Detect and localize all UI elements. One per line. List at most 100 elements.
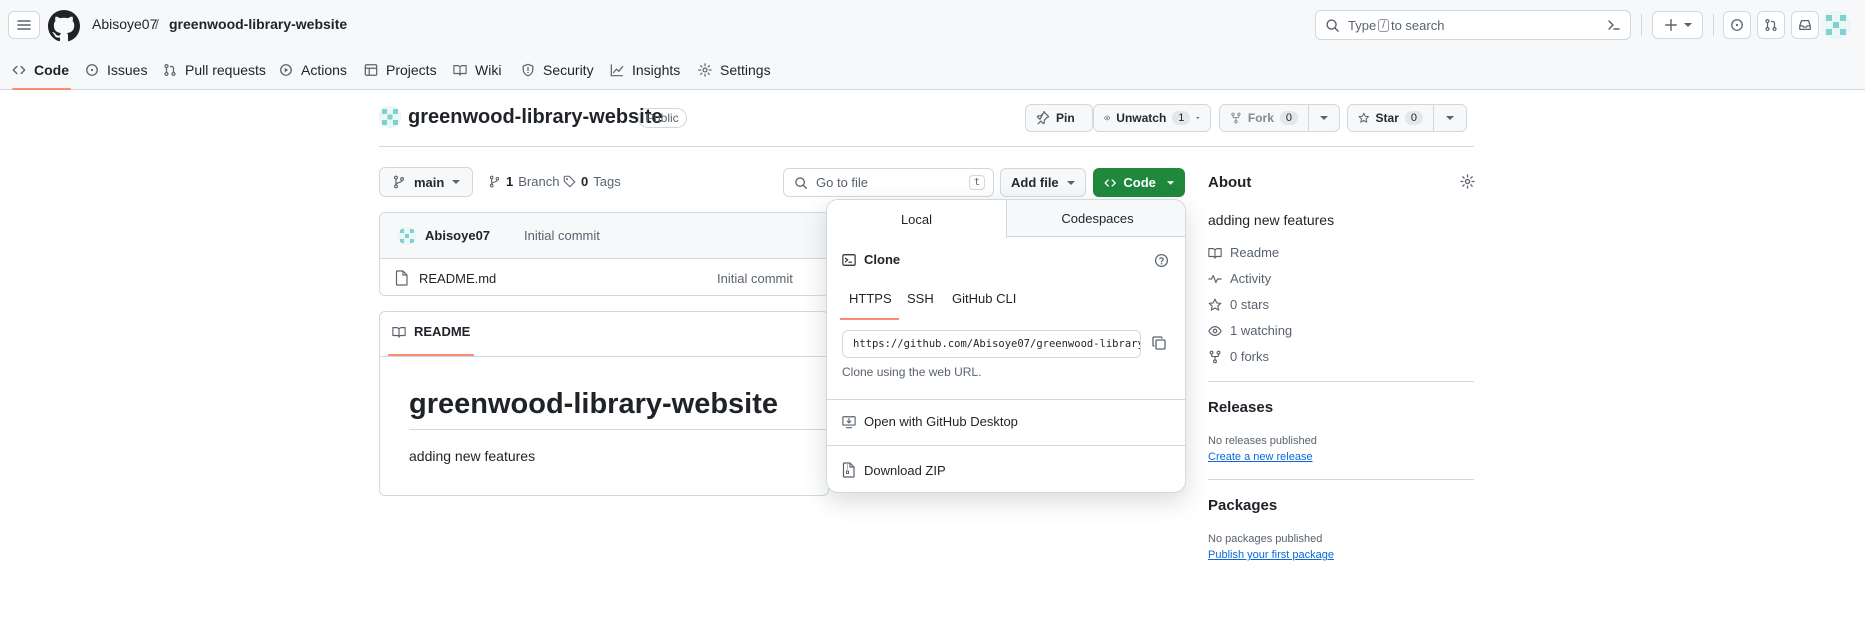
go-to-file-input[interactable]: Go to file t xyxy=(783,168,994,197)
tab-insights[interactable]: Insights xyxy=(610,50,680,90)
repo-title[interactable]: greenwood-library-website xyxy=(408,106,663,129)
table-icon xyxy=(364,64,378,76)
download-zip-button[interactable]: Download ZIP xyxy=(842,462,946,478)
packages-title[interactable]: Packages xyxy=(1208,497,1277,514)
active-protocol-indicator xyxy=(840,318,899,320)
caret-down-icon xyxy=(1683,23,1692,27)
commit-message[interactable]: Initial commit xyxy=(524,228,600,243)
fork-button[interactable]: Fork 0 xyxy=(1219,104,1309,132)
clone-url-input[interactable]: https://github.com/Abisoye07/greenwood-l… xyxy=(842,330,1141,358)
tab-issues-label: Issues xyxy=(107,62,148,78)
file-commit-message[interactable]: Initial commit xyxy=(717,271,793,286)
command-palette-icon[interactable] xyxy=(1606,17,1622,33)
user-avatar[interactable] xyxy=(1822,11,1850,39)
open-desktop-button[interactable]: Open with GitHub Desktop xyxy=(842,414,1018,429)
tab-code-label: Code xyxy=(34,62,69,78)
download-zip-label: Download ZIP xyxy=(864,462,946,478)
readme-tab[interactable]: README xyxy=(392,324,470,339)
issues-button[interactable] xyxy=(1723,11,1751,39)
star-count: 0 xyxy=(1404,111,1423,125)
releases-title[interactable]: Releases xyxy=(1208,399,1273,416)
tab-pull-requests-label: Pull requests xyxy=(185,62,266,78)
protocol-github-cli[interactable]: GitHub CLI xyxy=(952,291,1016,306)
menu-button[interactable] xyxy=(8,11,40,39)
watchers-link-label: 1 watching xyxy=(1230,323,1293,338)
copy-icon[interactable] xyxy=(1151,335,1167,351)
readme-tab-label: README xyxy=(414,324,471,339)
identicon-icon xyxy=(379,106,401,128)
search-shortcut: / xyxy=(1378,18,1389,32)
tab-local[interactable]: Local xyxy=(827,200,1007,238)
create-new-button[interactable] xyxy=(1652,11,1703,39)
search-suffix: to search xyxy=(1390,17,1445,33)
tab-wiki[interactable]: Wiki xyxy=(453,50,501,90)
clone-hint: Clone using the web URL. xyxy=(842,365,982,379)
search-prefix: Type xyxy=(1348,17,1377,33)
active-tab-indicator xyxy=(12,88,71,90)
hamburger-icon xyxy=(17,20,31,30)
caret-down-icon xyxy=(1320,116,1328,120)
tab-issues[interactable]: Issues xyxy=(85,50,147,90)
tab-actions[interactable]: Actions xyxy=(279,50,347,90)
latest-commit-row: Abisoye07 Initial commit xyxy=(380,213,828,259)
file-name[interactable]: README.md xyxy=(419,271,496,286)
tab-code[interactable]: Code xyxy=(12,50,69,90)
publish-package-link[interactable]: Publish your first package xyxy=(1208,549,1334,561)
branch-label: Branch xyxy=(518,174,560,189)
branches-link[interactable]: 1 Branch xyxy=(488,174,559,189)
go-to-file-shortcut: t xyxy=(968,175,985,190)
activity-link[interactable]: Activity xyxy=(1208,271,1271,286)
question-icon[interactable] xyxy=(1154,253,1169,268)
readme-link[interactable]: Readme xyxy=(1208,245,1279,260)
tab-security[interactable]: Security xyxy=(521,50,594,90)
repo-header-divider xyxy=(379,146,1474,147)
code-icon xyxy=(12,65,26,75)
unwatch-button[interactable]: Unwatch 1 xyxy=(1093,104,1211,132)
sidebar-divider xyxy=(1208,381,1474,382)
star-button[interactable]: Star 0 xyxy=(1347,104,1434,132)
watchers-link[interactable]: 1 watching xyxy=(1208,323,1292,338)
create-release-link[interactable]: Create a new release xyxy=(1208,451,1313,463)
stars-link-label: 0 stars xyxy=(1230,297,1270,312)
search-input[interactable]: Type / to search xyxy=(1315,10,1631,40)
breadcrumb-repo[interactable]: greenwood-library-website xyxy=(169,16,347,32)
fork-dropdown-button[interactable] xyxy=(1308,104,1340,132)
repo-owner-avatar[interactable] xyxy=(379,106,401,128)
branch-icon xyxy=(489,175,500,188)
star-dropdown-button[interactable] xyxy=(1433,104,1467,132)
terminal-icon xyxy=(842,253,856,266)
branch-icon xyxy=(393,175,405,189)
tab-codespaces[interactable]: Codespaces xyxy=(1008,200,1185,237)
code-button[interactable]: Code xyxy=(1093,168,1185,197)
search-icon xyxy=(795,176,807,189)
github-logo-icon[interactable] xyxy=(48,10,80,42)
file-icon xyxy=(395,270,408,286)
inbox-button[interactable] xyxy=(1791,11,1819,39)
pull-requests-button[interactable] xyxy=(1757,11,1785,39)
protocol-https[interactable]: HTTPS xyxy=(849,291,892,306)
book-icon xyxy=(453,65,467,76)
unwatch-label: Unwatch xyxy=(1116,111,1167,125)
pin-label: Pin xyxy=(1056,111,1075,125)
branch-selector[interactable]: main xyxy=(379,167,474,197)
breadcrumb-separator: / xyxy=(155,16,159,32)
graph-icon xyxy=(610,64,624,77)
pull-request-icon xyxy=(1765,18,1777,32)
add-file-button[interactable]: Add file xyxy=(1000,168,1086,197)
gear-icon[interactable] xyxy=(1460,174,1475,189)
commit-author-avatar[interactable] xyxy=(398,227,416,245)
commit-author[interactable]: Abisoye07 xyxy=(425,228,490,243)
breadcrumb-owner[interactable]: Abisoye07 xyxy=(92,16,157,32)
tab-actions-label: Actions xyxy=(301,62,347,78)
clone-title: Clone xyxy=(864,252,901,267)
tab-projects[interactable]: Projects xyxy=(364,50,437,90)
stars-link[interactable]: 0 stars xyxy=(1208,297,1269,312)
tab-pull-requests[interactable]: Pull requests xyxy=(163,50,266,90)
forks-link[interactable]: 0 forks xyxy=(1208,349,1269,364)
tags-link[interactable]: 0 Tags xyxy=(563,174,621,189)
tab-settings[interactable]: Settings xyxy=(698,50,771,90)
readme-body: adding new features xyxy=(409,448,536,464)
star-icon xyxy=(1358,112,1369,123)
pin-button[interactable]: Pin xyxy=(1025,104,1093,132)
protocol-ssh[interactable]: SSH xyxy=(907,291,934,306)
